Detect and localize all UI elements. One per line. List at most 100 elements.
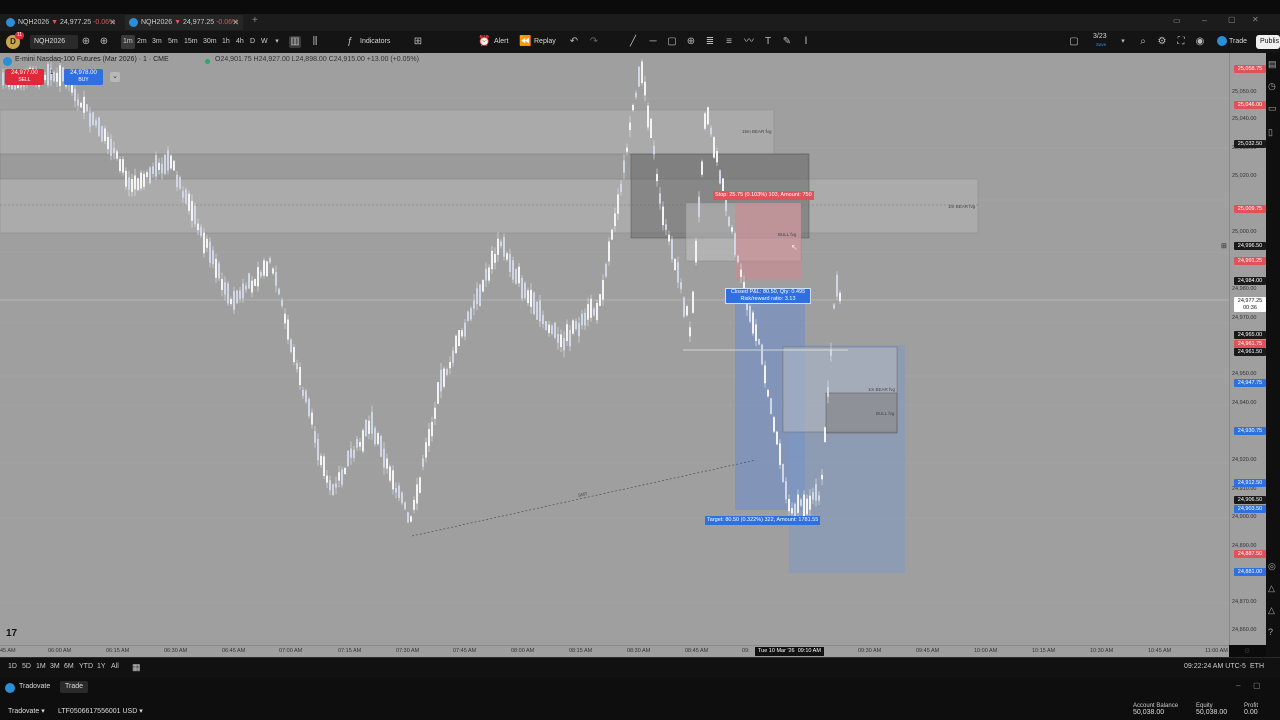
publish-button[interactable]: Publis xyxy=(1256,35,1280,49)
interval-w[interactable]: W xyxy=(261,35,268,49)
crosshair-icon[interactable]: ⊕ xyxy=(685,36,697,48)
chart-legend-title[interactable]: E-mini Nasdaq-100 Futures (Mar 2026) · 1… xyxy=(15,56,169,63)
target-label[interactable]: Target: 80.50 (0.322%) 322, Amount: 1781… xyxy=(705,516,821,525)
account-broker[interactable]: Tradovate ▾ xyxy=(8,707,45,715)
buy-button[interactable]: 24,978.00 BUY xyxy=(64,69,103,85)
range-6m[interactable]: 6M xyxy=(64,663,74,670)
chart-canvas[interactable]: 15m BEAR fvg 1hr BEAR fvg BULL fvg 1m BE… xyxy=(0,53,1229,645)
range-1y[interactable]: 1Y xyxy=(97,663,106,670)
pnl-label[interactable]: Closed P&L: 80.50, Qty: 0.495 Risk/rewar… xyxy=(725,288,811,304)
calendar-icon[interactable]: ▦ xyxy=(132,662,141,673)
horizontal-line-icon[interactable]: ─ xyxy=(647,36,659,48)
layout-count[interactable]: 3/23 xyxy=(1093,33,1107,41)
fullscreen-icon[interactable]: ⛶ xyxy=(1175,36,1187,48)
alerts-icon[interactable]: ◷ xyxy=(1268,81,1276,92)
price-axis[interactable]: 25,050.00 25,040.00 25,030.00 25,020.00 … xyxy=(1221,53,1267,645)
price-tag: 24,903.50 xyxy=(1234,505,1266,513)
compare-icon[interactable]: ⊕ xyxy=(80,36,92,48)
maximize-panel-icon[interactable]: ▢ xyxy=(1253,681,1261,690)
maximize-icon[interactable]: ▢ xyxy=(1228,15,1236,24)
redo-icon[interactable]: ↷ xyxy=(588,36,600,48)
trendline-icon[interactable]: ╱ xyxy=(627,36,639,48)
text-icon[interactable]: T xyxy=(762,36,774,48)
alert-icon[interactable]: ⏰ xyxy=(478,36,490,48)
broker-name[interactable]: Tradovate xyxy=(19,683,50,690)
interval-2m[interactable]: 2m xyxy=(137,35,147,49)
crosshair-plus-icon[interactable]: ⊞ xyxy=(1221,242,1227,250)
replay-icon[interactable]: ⏪ xyxy=(519,36,531,48)
candle-body xyxy=(170,155,172,169)
chevron-down-icon[interactable]: ▾ xyxy=(271,36,283,48)
close-icon[interactable]: ✕ xyxy=(232,15,239,30)
candle-body xyxy=(194,205,196,225)
channel-icon[interactable]: ≡ xyxy=(723,36,735,48)
add-symbol-icon[interactable]: ⊕ xyxy=(98,36,110,48)
range-1d[interactable]: 1D xyxy=(8,663,17,670)
symbol-search[interactable]: NQH2026 xyxy=(30,35,78,49)
alert-button[interactable]: Alert xyxy=(494,35,508,49)
zone-1hr-bear[interactable] xyxy=(0,178,979,234)
range-all[interactable]: All xyxy=(111,663,119,670)
stop-zone[interactable] xyxy=(735,204,801,280)
minimize-panel-icon[interactable]: – xyxy=(1236,681,1240,690)
rectangle-icon[interactable]: ▢ xyxy=(666,36,678,48)
layout-icon[interactable]: ▢ xyxy=(1068,36,1080,48)
interval-5m[interactable]: 5m xyxy=(168,35,178,49)
range-3m[interactable]: 3M xyxy=(50,663,60,670)
indicators-button[interactable]: Indicators xyxy=(360,35,390,49)
sell-button[interactable]: 24,977.00 SELL xyxy=(5,69,44,85)
search-icon[interactable]: ⌕ xyxy=(1137,36,1149,48)
clock[interactable]: 09:22:24 AM UTC-5 xyxy=(1184,663,1246,670)
layout-save[interactable]: Save xyxy=(1096,42,1106,48)
brush-icon[interactable]: ✎ xyxy=(781,36,793,48)
zone-15m-bear[interactable] xyxy=(0,109,775,156)
account-id[interactable]: LTF0506617556001 USD ▾ xyxy=(58,707,143,715)
watchlist-icon[interactable]: ▤ xyxy=(1268,59,1277,70)
templates-icon[interactable]: ⊞ xyxy=(412,36,424,48)
text-cursor-icon[interactable]: Ⅰ xyxy=(800,36,812,48)
interval-1m[interactable]: 1m xyxy=(121,35,135,49)
candle-body xyxy=(149,167,151,184)
tab-1[interactable]: NQH2026 ▼ 24,977.25 -0.06% ✕ xyxy=(2,15,120,30)
indicators-icon[interactable]: ƒ xyxy=(344,36,356,48)
stop-label[interactable]: Stop: 25.75 (0.103%) 103, Amount: 750 xyxy=(713,191,814,200)
ideas-icon[interactable]: ▯ xyxy=(1268,127,1273,138)
range-5d[interactable]: 5D xyxy=(22,663,31,670)
interval-4h[interactable]: 4h xyxy=(236,35,244,49)
trade-button[interactable]: Trade xyxy=(1229,35,1247,49)
help-icon[interactable]: ? xyxy=(1268,627,1273,637)
minimize-icon[interactable]: – xyxy=(1202,15,1207,25)
fib-icon[interactable]: ≣ xyxy=(704,36,716,48)
candle-body xyxy=(362,430,364,452)
pattern-icon[interactable]: 〰 xyxy=(743,36,755,48)
trade-tab[interactable]: Trade xyxy=(60,681,89,693)
bar-style-icon[interactable]: ⫼ xyxy=(309,36,321,48)
replay-button[interactable]: Replay xyxy=(534,35,556,49)
hotlist-icon[interactable]: ◎ xyxy=(1268,561,1276,572)
range-1m[interactable]: 1M xyxy=(36,663,46,670)
camera-icon[interactable]: ◉ xyxy=(1194,36,1206,48)
range-ytd[interactable]: YTD xyxy=(79,663,93,670)
settings-icon[interactable]: ⚙ xyxy=(1156,36,1168,48)
candles-icon[interactable]: ▥ xyxy=(289,36,301,48)
chat-icon[interactable]: ▭ xyxy=(1268,103,1277,114)
collapse-icon[interactable]: ⌄ xyxy=(110,72,120,82)
interval-d[interactable]: D xyxy=(250,35,255,49)
close-icon[interactable]: ✕ xyxy=(109,15,116,30)
close-window-icon[interactable]: ✕ xyxy=(1252,15,1259,24)
interval-15m[interactable]: 15m xyxy=(184,35,198,49)
candle-body xyxy=(308,399,310,417)
interval-3m[interactable]: 3m xyxy=(152,35,162,49)
warning-icon[interactable]: △ xyxy=(1268,583,1275,594)
undo-icon[interactable]: ↶ xyxy=(568,36,580,48)
session-toggle[interactable]: ETH xyxy=(1250,663,1264,670)
screen-icon[interactable]: ▭ xyxy=(1173,16,1181,25)
interval-30m[interactable]: 30m xyxy=(203,35,217,49)
new-tab-icon[interactable]: + xyxy=(252,15,258,26)
interval-1h[interactable]: 1h xyxy=(222,35,230,49)
axis-settings-icon[interactable]: ⚙ xyxy=(1244,647,1250,655)
pine-icon[interactable]: △ xyxy=(1268,605,1275,616)
tab-2[interactable]: NQH2026 ▼ 24,977.25 -0.06% ✕ xyxy=(125,15,243,30)
trade-logo-icon xyxy=(1217,36,1227,46)
chevron-down-icon[interactable]: ▾ xyxy=(1117,36,1129,48)
